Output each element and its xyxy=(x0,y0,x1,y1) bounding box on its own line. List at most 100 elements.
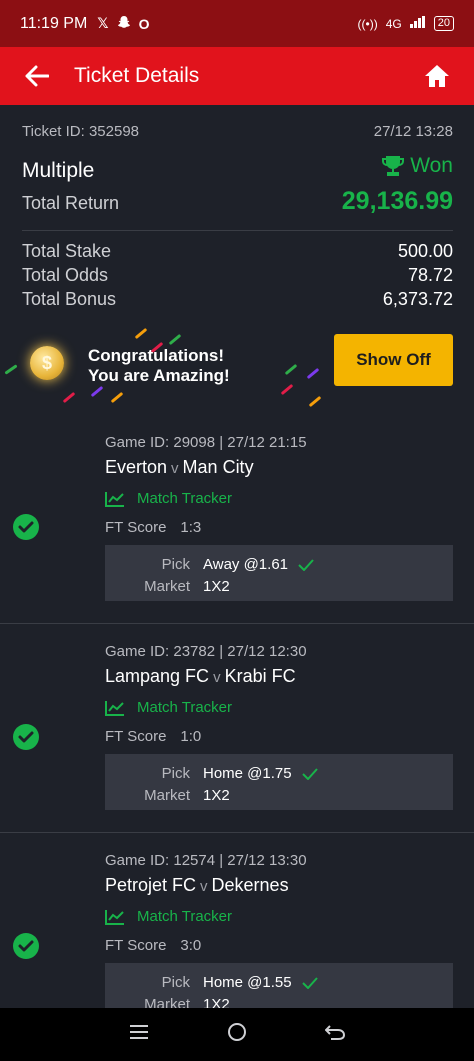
score-value: 1:0 xyxy=(180,728,202,745)
away-team: Man City xyxy=(182,457,254,477)
trophy-icon xyxy=(382,156,405,176)
pick-box: Pick Away @1.61 Market 1X2 xyxy=(105,545,453,601)
signal-icon xyxy=(409,16,426,31)
status-time: 11:19 PM xyxy=(20,14,88,32)
confetti xyxy=(110,391,124,404)
check-icon xyxy=(301,768,318,780)
show-off-button[interactable]: Show Off xyxy=(334,334,453,386)
game-id: Game ID: 23782 | 27/12 12:30 xyxy=(105,643,307,660)
score-value: 1:3 xyxy=(180,519,202,536)
game-id: Game ID: 12574 | 27/12 13:30 xyxy=(105,852,307,869)
battery-icon: 20 xyxy=(433,16,454,31)
match-tracker-label: Match Tracker xyxy=(137,490,233,507)
check-icon xyxy=(298,559,314,571)
confetti xyxy=(308,395,322,408)
home-team: Petrojet FC xyxy=(105,875,197,895)
back-icon xyxy=(324,1025,346,1040)
total-odds-label: Total Odds xyxy=(22,265,109,285)
pick-label: Pick xyxy=(161,974,190,991)
home-team: Everton xyxy=(105,457,168,477)
market-value: 1X2 xyxy=(203,996,230,1008)
bet-item: Game ID: 29098 | 27/12 21:15 Everton v Man… xyxy=(0,413,474,623)
system-nav-bar xyxy=(0,1008,474,1061)
home-icon xyxy=(425,65,449,87)
total-return-value: 29,136.99 xyxy=(341,187,453,215)
circle-icon xyxy=(228,1023,246,1041)
notification-icons: 𝕏 O xyxy=(97,15,149,32)
market-label: Market xyxy=(144,578,190,595)
total-return-label: Total Return xyxy=(22,193,120,213)
line-chart-icon xyxy=(105,491,124,507)
market-label: Market xyxy=(144,996,190,1008)
versus: v xyxy=(200,878,208,895)
congrats-banner: $ Congratulations! You are Amazing! Show… xyxy=(0,327,474,413)
total-stake-value: 500.00 xyxy=(397,241,453,261)
ticket-datetime: 27/12 13:28 xyxy=(373,123,453,140)
arrow-left-icon xyxy=(25,65,49,87)
score-label: FT Score xyxy=(105,937,167,954)
check-circle-icon xyxy=(13,933,39,959)
pick-box: Pick Home @1.75 Market 1X2 xyxy=(105,754,453,810)
pick-label: Pick xyxy=(161,765,190,782)
market-value: 1X2 xyxy=(203,787,230,804)
network-label: 4G xyxy=(385,16,402,31)
match-tracker-label: Match Tracker xyxy=(137,699,233,716)
line-chart-icon xyxy=(105,909,124,925)
score-label: FT Score xyxy=(105,519,167,536)
match-tracker-link[interactable]: Match Tracker xyxy=(105,490,453,507)
line-chart-icon xyxy=(105,700,124,716)
confetti xyxy=(4,364,18,375)
versus: v xyxy=(213,669,221,686)
confetti xyxy=(280,383,294,396)
back-nav-button[interactable] xyxy=(324,1024,346,1045)
home-nav-button[interactable] xyxy=(227,1022,247,1047)
congrats-line-2: You are Amazing! xyxy=(88,366,230,385)
page-title: Ticket Details xyxy=(74,64,200,87)
confetti xyxy=(62,391,76,404)
pick-box: Pick Home @1.55 Market 1X2 xyxy=(105,963,453,1008)
total-bonus-label: Total Bonus xyxy=(22,289,117,309)
confetti xyxy=(168,333,182,346)
snapchat-icon xyxy=(117,15,131,32)
stat-row: Total Stake 500.00 xyxy=(22,241,453,262)
ticket-type: Multiple xyxy=(22,159,95,182)
congrats-message: Congratulations! You are Amazing! xyxy=(88,346,230,386)
confetti xyxy=(284,363,298,376)
confetti xyxy=(306,367,320,380)
check-circle-icon xyxy=(13,724,39,750)
confetti xyxy=(134,327,148,340)
confetti xyxy=(90,385,104,398)
opera-icon: O xyxy=(138,15,150,32)
x-logo-icon: 𝕏 xyxy=(97,15,109,31)
score-label: FT Score xyxy=(105,728,167,745)
away-team: Dekernes xyxy=(211,875,289,895)
ticket-id: Ticket ID: 352598 xyxy=(22,123,140,140)
system-icons: ((•)) 4G 20 xyxy=(358,16,454,31)
back-button[interactable] xyxy=(22,61,52,91)
ft-score: FT Score 1:0 xyxy=(105,728,453,745)
pick-value: Away @1.61 xyxy=(203,556,288,573)
match-tracker-link[interactable]: Match Tracker xyxy=(105,908,453,925)
check-icon xyxy=(301,977,318,989)
stat-row: Total Bonus 6,373.72 xyxy=(22,289,453,310)
ticket-summary: Ticket ID: 352598 27/12 13:28 Multiple W… xyxy=(22,105,453,310)
match-tracker-link[interactable]: Match Tracker xyxy=(105,699,453,716)
check-circle-icon xyxy=(13,514,39,540)
app-header: Ticket Details xyxy=(0,47,474,105)
match-teams: Petrojet FC v Dekernes xyxy=(105,875,453,896)
market-label: Market xyxy=(144,787,190,804)
score-value: 3:0 xyxy=(180,937,202,954)
status-bar: 11:19 PM 𝕏 O ((•)) 4G 20 xyxy=(0,0,474,47)
home-button[interactable] xyxy=(422,61,452,91)
home-team: Lampang FC xyxy=(105,666,210,686)
total-stake-label: Total Stake xyxy=(22,241,112,261)
menu-icon xyxy=(130,1025,148,1039)
status-badge: Won xyxy=(382,154,453,178)
total-bonus-value: 6,373.72 xyxy=(382,289,453,309)
total-odds-value: 78.72 xyxy=(407,265,453,285)
pick-value: Home @1.75 xyxy=(203,765,292,782)
match-teams: Everton v Man City xyxy=(105,457,453,478)
recent-apps-button[interactable] xyxy=(129,1024,149,1045)
bet-item: Game ID: 12574 | 27/12 13:30 Petrojet FC… xyxy=(0,832,474,1008)
coin-icon: $ xyxy=(30,346,64,380)
